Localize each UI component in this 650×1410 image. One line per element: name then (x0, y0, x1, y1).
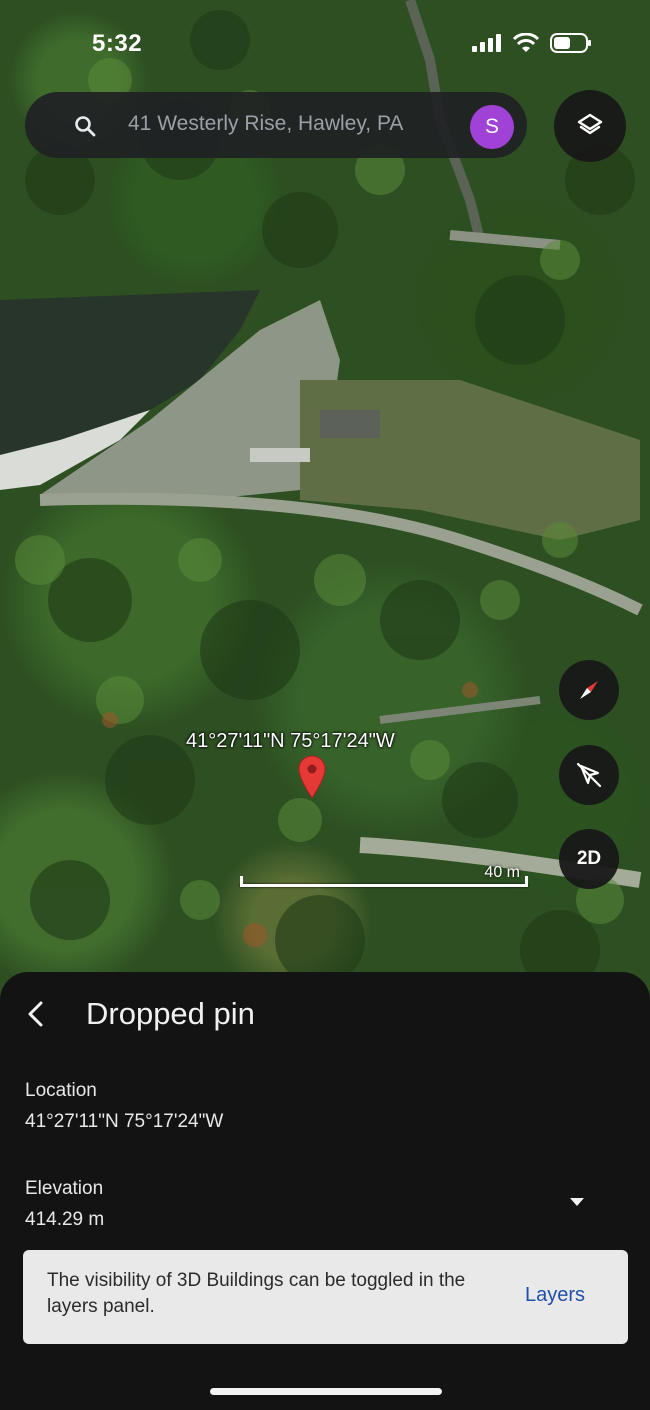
search-bar[interactable]: 41 Westerly Rise, Hawley, PA (25, 92, 527, 158)
layers-icon (577, 113, 603, 135)
sheet-title: Dropped pin (86, 996, 255, 1031)
snackbar-layers-button[interactable]: Layers (525, 1284, 585, 1307)
satellite-map[interactable]: 5:32 41 Westerly Rise, Hawley, PA S 41°2… (0, 0, 650, 1000)
search-icon[interactable] (73, 114, 97, 138)
compass-icon (580, 681, 598, 699)
scale-tick-right (525, 876, 528, 887)
layers-button[interactable] (554, 90, 626, 162)
scale-line (240, 884, 528, 887)
battery-icon (550, 33, 591, 53)
status-icons (472, 32, 592, 54)
home-indicator[interactable] (210, 1388, 442, 1395)
view-2d-button[interactable]: 2D (559, 829, 619, 889)
snackbar: The visibility of 3D Buildings can be to… (23, 1250, 628, 1344)
pin-coordinates-label: 41°27'11"N 75°17'24"W (186, 730, 395, 752)
elevation-value: 414.29 m (25, 1209, 105, 1230)
scale-tick-left (240, 876, 243, 887)
scale-label: 40 m (484, 864, 520, 881)
status-bar: 5:32 (0, 0, 650, 80)
signal-icon (472, 34, 501, 52)
map-pin-icon[interactable] (298, 755, 326, 799)
wifi-icon (512, 33, 540, 52)
scale-bar: 40 m (240, 864, 528, 892)
caret-down-icon[interactable] (568, 1196, 586, 1208)
search-input[interactable]: 41 Westerly Rise, Hawley, PA (128, 112, 403, 136)
tilt-button[interactable] (559, 745, 619, 805)
compass-button[interactable] (559, 660, 619, 720)
tilt-icon (576, 762, 602, 788)
status-time: 5:32 (92, 30, 143, 57)
account-avatar[interactable]: S (470, 105, 514, 149)
place-sheet: Dropped pin Location 41°27'11"N 75°17'24… (0, 972, 650, 1410)
location-value[interactable]: 41°27'11"N 75°17'24"W (25, 1111, 223, 1133)
snackbar-message: The visibility of 3D Buildings can be to… (47, 1270, 466, 1317)
location-label: Location (25, 1080, 97, 1101)
elevation-label: Elevation (25, 1178, 104, 1199)
chevron-left-icon[interactable] (20, 998, 52, 1030)
